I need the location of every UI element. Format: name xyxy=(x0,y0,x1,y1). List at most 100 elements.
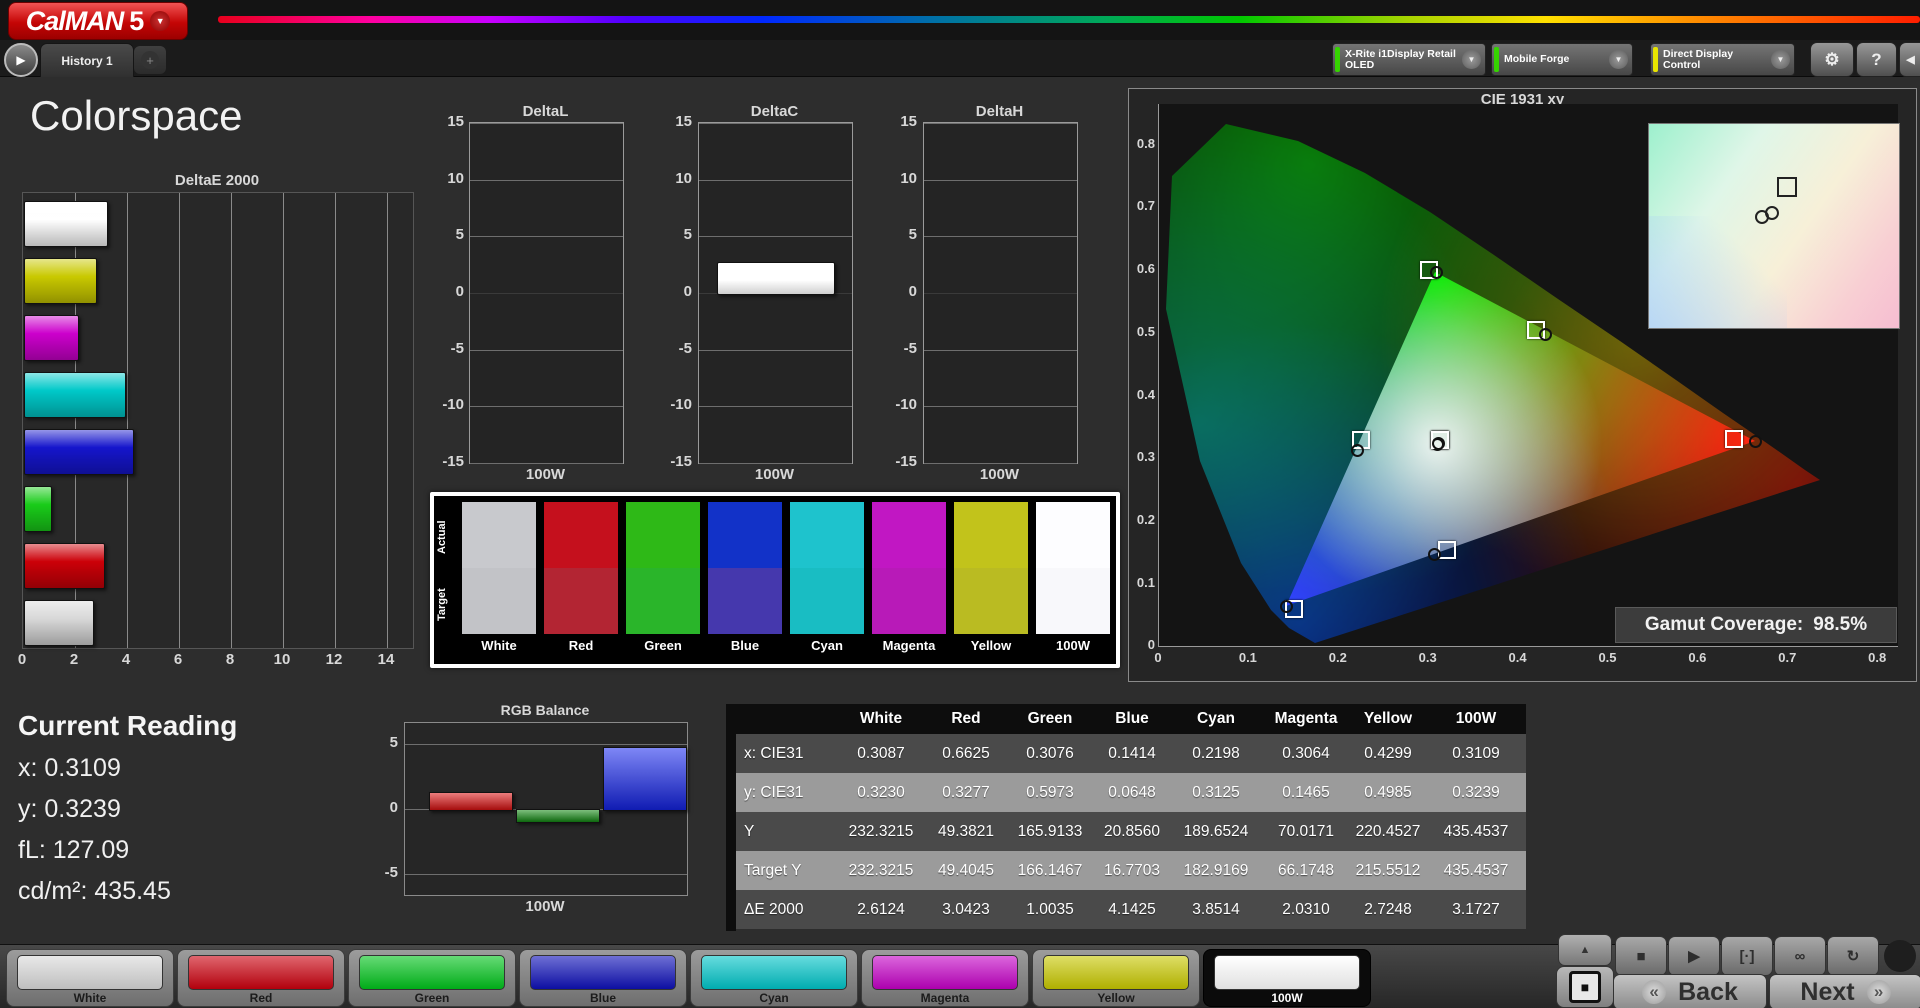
chevron-left-icon: ◀ xyxy=(1906,54,1915,66)
table-row: x: CIE31 0.3087 0.6625 0.3076 0.1414 0.2198 0.… xyxy=(736,734,1526,773)
table-cell: 4.1425 xyxy=(1108,900,1156,918)
table-row-label: Y xyxy=(744,822,755,840)
deltaL-gridline xyxy=(470,349,623,351)
cie-measured-red xyxy=(1748,434,1762,448)
pattern-button-100w[interactable]: 100W xyxy=(1203,949,1371,1007)
back-button[interactable]: « Back xyxy=(1613,974,1767,1008)
pattern-button-label: 100W xyxy=(1271,991,1303,1005)
target-swatch xyxy=(1036,568,1110,634)
table-cell: 0.5973 xyxy=(1026,783,1074,801)
tab-history-1[interactable]: History 1 xyxy=(40,43,134,77)
deltaH-gridline xyxy=(924,406,1077,408)
target-swatch xyxy=(708,568,782,634)
deltae-gridline xyxy=(127,193,128,648)
play-button[interactable]: ▶ xyxy=(1668,936,1720,976)
brand-text: CalMAN xyxy=(25,5,125,36)
display-control-dropdown[interactable]: Direct Display Control ▼ xyxy=(1650,43,1795,76)
deltaL-gridline xyxy=(470,293,623,294)
chevron-down-icon[interactable]: ▼ xyxy=(1462,50,1481,69)
collapse-panel-button[interactable]: ◀ xyxy=(1899,42,1920,77)
pattern-window-button[interactable]: ■ xyxy=(1556,966,1614,1008)
deltae-x-axis: 0 2 4 6 8 10 12 14 xyxy=(18,651,422,669)
help-button[interactable]: ? xyxy=(1856,42,1897,77)
current-reading-line: fL: 127.09 xyxy=(18,836,130,864)
rgb-bar-blue xyxy=(603,746,687,811)
table-cell: 0.3230 xyxy=(857,783,905,801)
pattern-swatch xyxy=(1214,955,1360,990)
deltaC-axis-tick: 10 xyxy=(675,169,692,187)
deltaH-axis-tick: -10 xyxy=(895,396,917,414)
logo-menu-arrow-icon[interactable]: ▼ xyxy=(150,11,171,31)
table-col-header: Green xyxy=(1027,710,1073,727)
deltaH-gridline xyxy=(924,123,1077,124)
cie-y-tick: 0.2 xyxy=(1136,511,1155,527)
pattern-button-magenta[interactable]: Magenta xyxy=(861,949,1029,1007)
deltaC-axis-tick: -15 xyxy=(670,453,692,470)
pattern-button-green[interactable]: Green xyxy=(348,949,516,1007)
swatch-label: White xyxy=(481,638,517,653)
back-button-label: Back xyxy=(1678,977,1738,1006)
refresh-button[interactable]: ↻ xyxy=(1827,936,1879,976)
pattern-button-white[interactable]: White xyxy=(6,949,174,1007)
table-cell: 0.3087 xyxy=(857,744,905,762)
table-cell: 1.0035 xyxy=(1026,900,1074,918)
table-col-header: Cyan xyxy=(1197,710,1235,727)
table-cell: 0.1414 xyxy=(1108,744,1156,762)
table-col-header: Yellow xyxy=(1363,710,1413,727)
pattern-button-red[interactable]: Red xyxy=(177,949,345,1007)
next-button[interactable]: Next » xyxy=(1769,974,1920,1008)
table-cell: 2.7248 xyxy=(1364,900,1412,918)
stop-button[interactable]: ■ xyxy=(1615,936,1667,976)
swatch-column-magenta: Magenta xyxy=(872,502,946,653)
pattern-button-yellow[interactable]: Yellow xyxy=(1032,949,1200,1007)
swatch-column-blue: Blue xyxy=(708,502,782,653)
chevron-down-icon[interactable]: ▼ xyxy=(1609,50,1628,69)
settings-button[interactable]: ⚙ xyxy=(1810,42,1854,77)
deltaC-gridline xyxy=(699,406,852,408)
deltaC-axis-tick: -10 xyxy=(670,396,692,414)
cie-x-tick: 0.7 xyxy=(1778,650,1797,665)
deltae-bar-red xyxy=(24,543,106,589)
pattern-button-blue[interactable]: Blue xyxy=(519,949,687,1007)
table-cell: 0.6625 xyxy=(942,744,990,762)
actual-swatch xyxy=(544,502,618,568)
table-cell: 2.0310 xyxy=(1282,900,1330,918)
table-cell: 0.1465 xyxy=(1282,783,1330,801)
add-tab-button[interactable]: + xyxy=(134,46,166,74)
rgb-balance-chart xyxy=(404,722,688,896)
continuous-measure-icon: ∞ xyxy=(1794,947,1806,965)
single-measure-button[interactable]: [·] xyxy=(1721,936,1773,976)
source-dropdown[interactable]: Mobile Forge ▼ xyxy=(1491,43,1633,76)
deltal-y-axis: 15 10 5 0 -5 -10 -15 xyxy=(432,113,466,470)
meter-dropdown[interactable]: X-Rite i1Display Retail OLED ▼ xyxy=(1332,43,1486,76)
deltae-axis-tick: 14 xyxy=(377,651,395,668)
deltae-axis-tick: 6 xyxy=(173,651,183,668)
rgb-balance-y-axis: 5 0 -5 xyxy=(372,722,400,894)
table-cell: 0.3239 xyxy=(1452,783,1500,801)
table-row: Y 232.3215 49.3821 165.9133 20.8560 189.6524 7… xyxy=(736,812,1526,851)
deltaL-axis-tick: -15 xyxy=(442,453,464,470)
pattern-swatch xyxy=(872,955,1018,990)
rgb-axis-tick: 5 xyxy=(389,734,398,751)
table-cell: 435.4537 xyxy=(1443,861,1509,879)
deltae-bar-white xyxy=(24,600,94,646)
table-row-label: y: CIE31 xyxy=(744,783,804,801)
deltae-chart-title: DeltaE 2000 xyxy=(174,172,260,189)
pattern-button-cyan[interactable]: Cyan xyxy=(690,949,858,1007)
deltae-bar-green xyxy=(24,486,53,532)
deltaC-bar xyxy=(717,262,835,295)
target-swatch xyxy=(954,568,1028,634)
pattern-swatch xyxy=(701,955,847,990)
actual-swatch xyxy=(626,502,700,568)
pattern-swatch xyxy=(530,955,676,990)
calman-logo[interactable]: CalMAN 5 ▼ xyxy=(8,2,188,40)
swatch-column-100w: 100W xyxy=(1036,502,1110,653)
deltaL-axis-tick: 0 xyxy=(455,283,464,300)
chevron-down-icon[interactable]: ▼ xyxy=(1771,50,1790,69)
continuous-measure-button[interactable]: ∞ xyxy=(1774,936,1826,976)
deltaL-gridline xyxy=(470,236,623,238)
meter-label-line2: OLED xyxy=(1345,58,1375,71)
deltaH-gridline xyxy=(924,293,1077,294)
history-nav-button[interactable]: ▶ xyxy=(4,43,38,77)
expand-panel-button[interactable]: ▲ xyxy=(1558,934,1612,966)
